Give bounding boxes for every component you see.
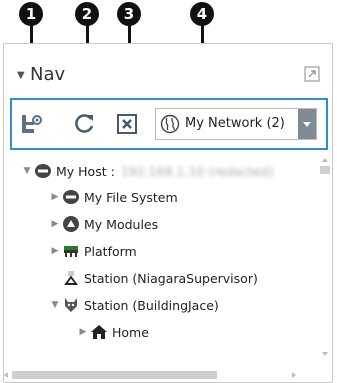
network-select-value: My Network (2)	[185, 116, 285, 131]
tree-row-host[interactable]: ▼ My Host : 192.168.1.10 (redacted)	[20, 160, 274, 182]
home-icon	[91, 325, 107, 339]
station-icon	[64, 271, 78, 285]
triangle-down-icon[interactable]: ▼	[17, 70, 25, 81]
refresh-icon[interactable]	[72, 111, 98, 137]
tree-view-icon[interactable]	[18, 111, 44, 137]
triangle-down-icon[interactable]: ▼	[48, 300, 62, 310]
vertical-scrollbar[interactable]	[319, 154, 331, 364]
pane-title: Nav	[30, 64, 66, 85]
tree-row-station-jace[interactable]: ▼ Station (BuildingJace)	[48, 294, 219, 316]
tree-item-label: Station (NiagaraSupervisor)	[84, 270, 258, 286]
tree-row-platform[interactable]: ▶ Platform	[48, 240, 137, 262]
tree-row-station-supervisor[interactable]: Station (NiagaraSupervisor)	[62, 267, 258, 289]
maximize-icon[interactable]	[304, 66, 320, 82]
tree-item-label: Home	[112, 324, 149, 340]
callout-2: 2	[75, 2, 99, 26]
platform-icon	[64, 246, 78, 257]
tree-item-label: Platform	[84, 243, 137, 259]
modules-icon	[63, 216, 79, 232]
network-select[interactable]: My Network (2)	[155, 108, 317, 140]
tree-row-home[interactable]: ▶ Home	[76, 321, 149, 343]
host-address: 192.168.1.10 (redacted)	[120, 163, 274, 179]
nav-tree: ▼ My Host : 192.168.1.10 (redacted) ▶ My…	[0, 154, 320, 364]
tree-item-label: My Modules	[84, 216, 159, 232]
drive-icon	[63, 190, 79, 204]
triangle-right-icon[interactable]: ▶	[76, 327, 90, 337]
triangle-right-icon[interactable]: ▶	[48, 246, 62, 256]
pane-header: ▼ Nav	[4, 44, 332, 102]
host-label: My Host :	[56, 163, 115, 179]
triangle-right-icon[interactable]: ▶	[48, 219, 62, 229]
tree-item-label: My File System	[84, 189, 178, 205]
callout-4: 4	[190, 2, 214, 26]
chevron-down-icon[interactable]	[298, 109, 316, 139]
tree-row-file-system[interactable]: ▶ My File System	[48, 186, 178, 208]
tree-row-modules[interactable]: ▶ My Modules	[48, 213, 158, 235]
callout-3: 3	[117, 2, 141, 26]
globe-icon	[160, 114, 180, 134]
horizontal-scrollbar[interactable]	[2, 369, 322, 381]
triangle-down-icon[interactable]: ▼	[20, 166, 34, 176]
triangle-right-icon[interactable]: ▶	[48, 192, 62, 202]
close-box-icon[interactable]	[114, 111, 140, 137]
callout-1: 1	[19, 2, 43, 26]
host-icon	[35, 164, 51, 178]
station-jace-icon	[65, 298, 77, 312]
tree-item-label: Station (BuildingJace)	[84, 297, 219, 313]
